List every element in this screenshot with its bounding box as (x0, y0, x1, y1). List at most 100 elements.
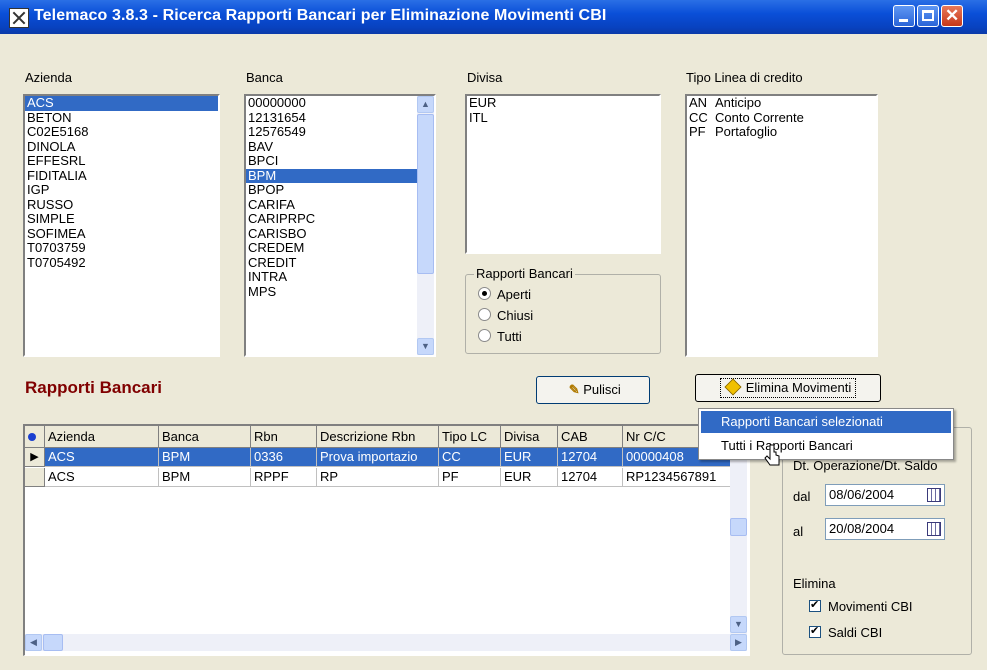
scroll-thumb[interactable] (730, 518, 747, 536)
column-header[interactable]: Azienda (45, 426, 159, 448)
banca-label: Banca (246, 70, 283, 85)
radio-chiusi[interactable]: Chiusi (478, 308, 533, 323)
cursor-icon (764, 444, 780, 466)
list-item[interactable]: INTRA (246, 269, 434, 285)
close-button[interactable]: ✕ (941, 5, 963, 27)
row-indicator[interactable]: ▶ (25, 448, 45, 467)
list-item[interactable]: CARIPRPC (246, 211, 434, 227)
scroll-down-icon[interactable]: ▼ (730, 616, 747, 633)
banca-scrollbar[interactable]: ▲ ▼ (417, 96, 434, 355)
radio-tutti[interactable]: Tutti (478, 329, 522, 344)
maximize-button[interactable] (917, 5, 939, 27)
table-cell[interactable]: RP (317, 468, 439, 487)
list-item[interactable]: BPOP (246, 182, 434, 198)
list-item[interactable]: 12131654 (246, 110, 434, 126)
list-item[interactable]: PF Portafoglio (687, 124, 876, 140)
list-item[interactable]: 12576549 (246, 124, 434, 140)
scroll-thumb[interactable] (43, 634, 63, 651)
table-cell[interactable]: PF (439, 468, 501, 487)
table-cell[interactable]: RP1234567891 (623, 468, 733, 487)
dal-label: dal (793, 489, 811, 504)
column-header[interactable]: Tipo LC (439, 426, 501, 448)
table-cell[interactable]: BPM (159, 468, 251, 487)
list-item[interactable]: AN Anticipo (687, 96, 876, 111)
list-item[interactable]: 00000000 (246, 96, 434, 111)
list-item[interactable]: EUR (467, 96, 659, 111)
list-item[interactable]: BETON (25, 110, 218, 126)
al-date-field[interactable]: 20/08/2004 (825, 518, 945, 540)
table-cell[interactable]: 12704 (558, 448, 623, 467)
column-header[interactable]: Descrizione Rbn (317, 426, 439, 448)
column-header[interactable]: Banca (159, 426, 251, 448)
list-item[interactable]: T0705492 (25, 255, 218, 271)
list-item[interactable]: MPS (246, 284, 434, 300)
menu-item-rapporti-selezionati[interactable]: Rapporti Bancari selezionati (701, 411, 951, 433)
rapporti-grid[interactable]: Azienda Banca Rbn Descrizione Rbn Tipo LC Div… (23, 424, 750, 656)
list-item[interactable]: SOFIMEA (25, 226, 218, 242)
radio-icon (478, 329, 491, 342)
list-item[interactable]: ITL (467, 110, 659, 126)
column-header[interactable]: Divisa (501, 426, 558, 448)
table-cell[interactable]: 0336 (251, 448, 317, 467)
radio-icon (478, 287, 491, 300)
scroll-thumb[interactable] (417, 114, 434, 274)
minimize-button[interactable] (893, 5, 915, 27)
table-cell[interactable]: BPM (159, 448, 251, 467)
calendar-icon[interactable] (927, 522, 941, 536)
list-item[interactable]: FIDITALIA (25, 168, 218, 184)
table-cell[interactable]: CC (439, 448, 501, 467)
tipo-linea-listbox[interactable]: AN Anticipo CC Conto Corrente PF Portafoglio (685, 94, 878, 357)
scroll-left-icon[interactable]: ◀ (25, 634, 42, 651)
checkbox-movimenti-cbi[interactable]: Movimenti CBI (809, 598, 913, 614)
list-item[interactable]: CREDEM (246, 240, 434, 256)
table-cell[interactable]: EUR (501, 468, 558, 487)
list-item[interactable]: CREDIT (246, 255, 434, 271)
list-item[interactable]: SIMPLE (25, 211, 218, 227)
checkbox-saldi-cbi[interactable]: Saldi CBI (809, 624, 882, 640)
dal-date-field[interactable]: 08/06/2004 (825, 484, 945, 506)
row-indicator[interactable] (25, 468, 45, 487)
list-item[interactable]: CARIFA (246, 197, 434, 213)
radio-aperti[interactable]: Aperti (478, 287, 531, 302)
scroll-up-icon[interactable]: ▲ (417, 96, 434, 113)
table-cell[interactable]: EUR (501, 448, 558, 467)
list-item[interactable]: EFFESRL (25, 153, 218, 169)
broom-icon: ✎ (568, 382, 580, 397)
table-cell[interactable]: RPPF (251, 468, 317, 487)
list-item[interactable]: T0703759 (25, 240, 218, 256)
checkbox-icon (809, 624, 821, 638)
scroll-down-icon[interactable]: ▼ (417, 338, 434, 355)
column-header[interactable]: Rbn (251, 426, 317, 448)
banca-listbox[interactable]: 00000000 12131654 12576549 BAV BPCI BPM BPOP CA… (244, 94, 436, 357)
list-item-desc: Anticipo (715, 95, 762, 110)
list-item[interactable]: ACS (25, 96, 218, 111)
list-item[interactable]: BPCI (246, 153, 434, 169)
elimina-movimenti-button[interactable]: Elimina Movimenti (695, 374, 881, 402)
grid-hscroll[interactable]: ◀ ▶ (25, 634, 747, 651)
list-item[interactable]: IGP (25, 182, 218, 198)
table-cell[interactable]: Prova importazio (317, 448, 439, 467)
title-bar[interactable]: Telemaco 3.8.3 - Ricerca Rapporti Bancar… (0, 0, 987, 34)
list-item[interactable]: CC Conto Corrente (687, 109, 876, 126)
table-cell[interactable]: ACS (45, 448, 159, 467)
list-item[interactable]: RUSSO (25, 197, 218, 213)
scroll-right-icon[interactable]: ▶ (730, 634, 747, 651)
list-item[interactable]: C02E5168 (25, 124, 218, 140)
divisa-listbox[interactable]: EUR ITL (465, 94, 661, 254)
grid-vscroll[interactable]: ▼ (730, 448, 747, 634)
list-item-code: CC (689, 109, 708, 125)
menu-item-tutti-rapporti[interactable]: Tutti i Rapporti Bancari (701, 435, 951, 457)
app-icon[interactable] (9, 8, 29, 28)
list-item[interactable]: BAV (246, 139, 434, 155)
table-cell[interactable]: 12704 (558, 468, 623, 487)
window-title: Telemaco 3.8.3 - Ricerca Rapporti Bancar… (34, 7, 607, 24)
pulisci-button[interactable]: ✎ Pulisci (536, 376, 650, 404)
list-item[interactable]: CARISBO (246, 226, 434, 242)
calendar-icon[interactable] (927, 488, 941, 502)
list-item[interactable]: DINOLA (25, 139, 218, 155)
column-header[interactable]: CAB (558, 426, 623, 448)
dot-icon (28, 433, 36, 441)
list-item[interactable]: BPM (246, 168, 434, 183)
table-cell[interactable]: ACS (45, 468, 159, 487)
azienda-listbox[interactable]: ACS BETON C02E5168 DINOLA EFFESRL FIDITALIA IG… (23, 94, 220, 357)
